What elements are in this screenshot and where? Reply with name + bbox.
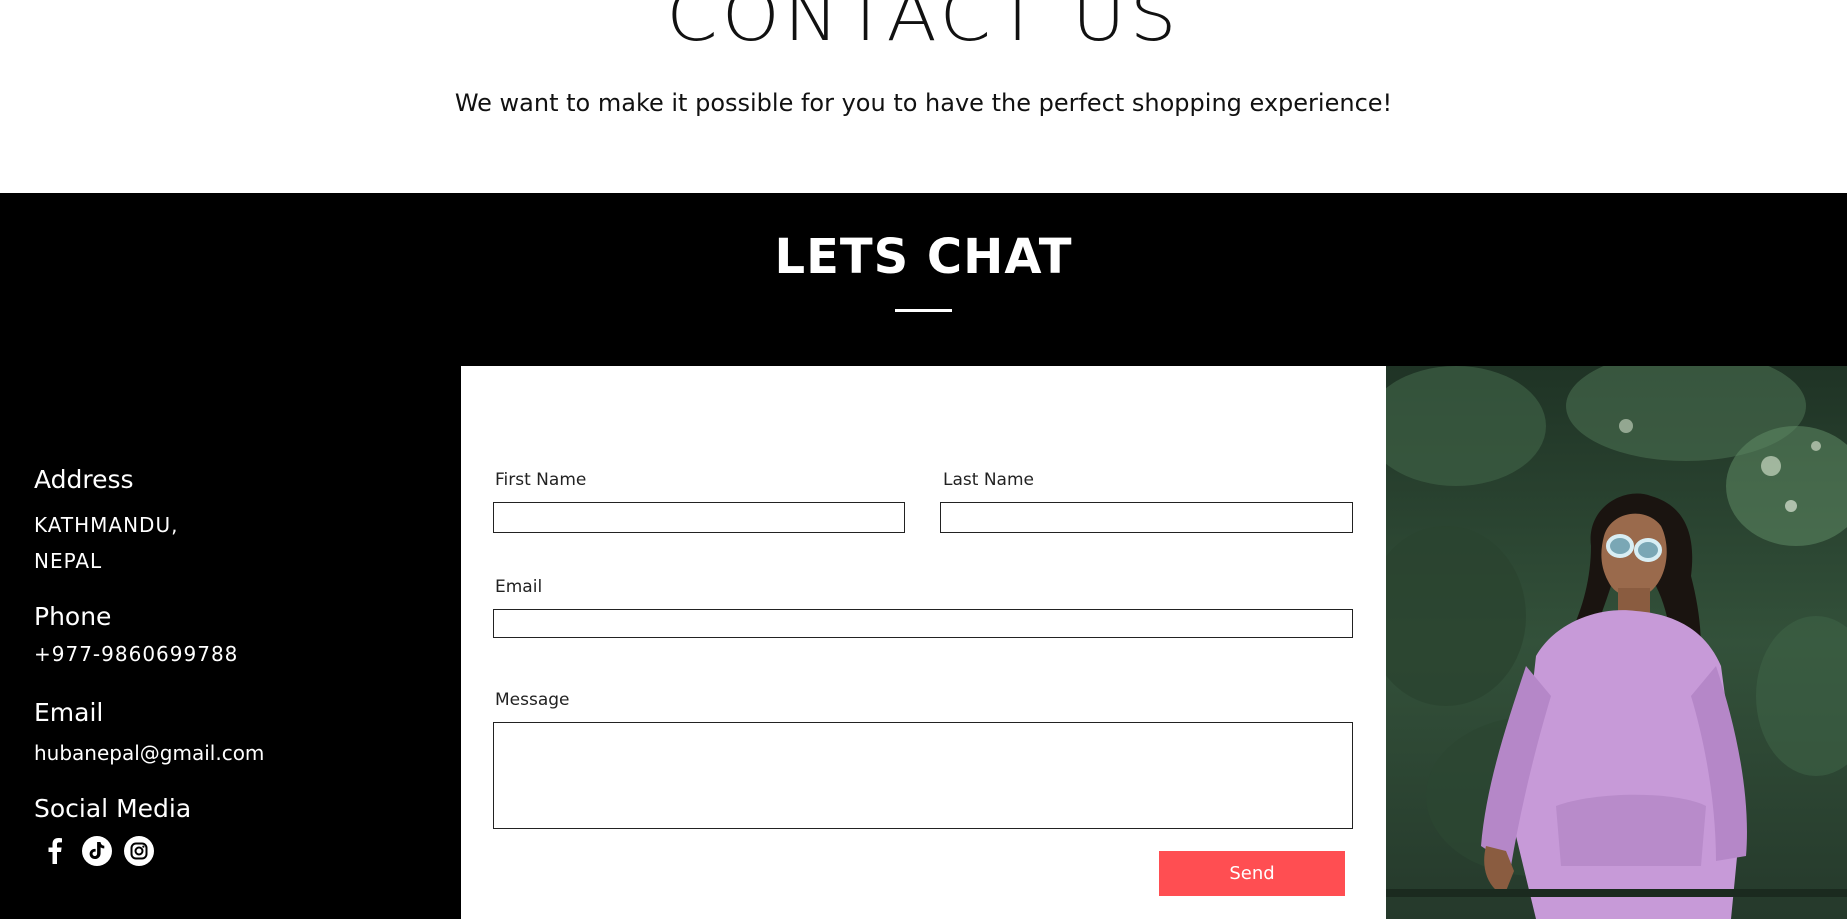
send-button[interactable]: Send: [1159, 851, 1345, 896]
email-heading: Email: [34, 698, 104, 727]
first-name-input[interactable]: [493, 502, 905, 533]
page-subtitle: We want to make it possible for you to h…: [454, 89, 1393, 117]
last-name-input[interactable]: [940, 502, 1353, 533]
phone-value: +977-9860699788: [34, 642, 239, 666]
message-label: Message: [495, 690, 570, 710]
message-textarea[interactable]: [493, 722, 1353, 829]
social-heading: Social Media: [34, 794, 192, 823]
email-value: hubanepal@gmail.com: [34, 741, 265, 765]
last-name-label: Last Name: [943, 470, 1034, 490]
header-section: CONTACT US We want to make it possible f…: [0, 0, 1847, 193]
chat-title: LETS CHAT: [774, 229, 1073, 285]
facebook-icon[interactable]: [40, 836, 70, 866]
social-links: [40, 836, 154, 866]
title-underline: [895, 309, 952, 312]
tiktok-icon[interactable]: [82, 836, 112, 866]
first-name-label: First Name: [495, 470, 587, 490]
address-heading: Address: [34, 465, 134, 494]
email-input[interactable]: [493, 609, 1353, 638]
page-title: CONTACT US: [666, 0, 1181, 57]
email-label: Email: [495, 577, 543, 597]
model-photo: [1386, 366, 1847, 919]
instagram-icon[interactable]: [124, 836, 154, 866]
address-line-1: KATHMANDU,: [34, 513, 179, 537]
phone-heading: Phone: [34, 602, 112, 631]
contact-form: First Name Last Name Email Message Send: [461, 366, 1386, 919]
address-line-2: NEPAL: [34, 549, 103, 573]
